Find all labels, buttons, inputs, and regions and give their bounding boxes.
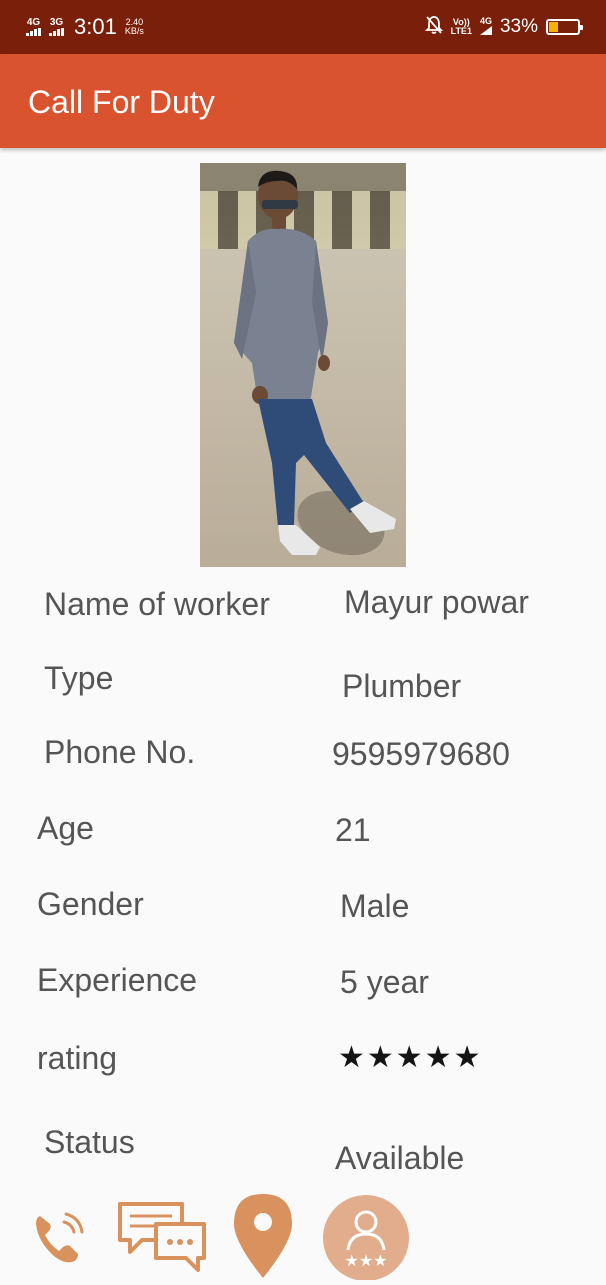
speed-unit: KB/s (124, 26, 144, 36)
phone-call-icon (36, 1212, 84, 1263)
chat-icon (118, 1202, 206, 1272)
label-phone: Phone No. (44, 734, 196, 770)
status-left: 4G 3G 3:01 2.40 KB/s (26, 13, 144, 41)
rate-worker-button[interactable]: ★★★ (322, 1194, 410, 1281)
worker-photo (200, 163, 406, 567)
mute-bell-icon (424, 15, 443, 40)
rate-worker-icon: ★★★ (323, 1195, 409, 1281)
label-experience: Experience (37, 962, 198, 998)
volte-indicator: Vo)) LTE1 (451, 18, 472, 36)
rating-stars: ★★★★★ (338, 1041, 483, 1074)
status-right: Vo)) LTE1 4G 33% (424, 13, 583, 41)
svg-text:★★★: ★★★ (344, 1251, 387, 1270)
app-bar: Call For Duty (0, 54, 606, 148)
clock: 3:01 (74, 14, 117, 39)
value-gender: Male (340, 888, 410, 924)
network-type-3: 4G (479, 16, 492, 26)
app-title: Call For Duty (28, 84, 215, 120)
label-name-of-worker: Name of worker (44, 586, 270, 622)
label-status: Status (44, 1124, 135, 1160)
value-type: Plumber (342, 668, 462, 704)
label-gender: Gender (37, 886, 144, 922)
value-phone[interactable]: 9595979680 (332, 736, 510, 773)
battery-icon (546, 19, 583, 35)
chat-button[interactable] (116, 1200, 208, 1272)
location-button[interactable] (232, 1192, 294, 1278)
signal-4g-icon: 4G (26, 18, 41, 36)
network-type-2: 3G (49, 17, 64, 28)
location-pin-icon (234, 1194, 292, 1278)
signal-4g-icon-right: 4G (479, 16, 492, 37)
value-name-of-worker: Mayur powar (344, 584, 529, 620)
label-type: Type (44, 660, 114, 696)
label-age: Age (37, 810, 94, 846)
status-bar: 4G 3G 3:01 2.40 KB/s Vo)) LTE1 4G 33% (0, 0, 606, 54)
volte-bottom: LTE1 (450, 26, 472, 36)
value-age: 21 (335, 812, 371, 848)
call-button[interactable] (30, 1208, 88, 1266)
value-status: Available (335, 1140, 465, 1176)
battery-level (549, 22, 558, 32)
signal-3g-icon: 3G (49, 18, 64, 36)
network-speed: 2.40 KB/s (125, 18, 144, 36)
network-type-1: 4G (26, 17, 41, 28)
person-figure (234, 170, 396, 555)
battery-percent: 33% (499, 16, 538, 37)
value-experience: 5 year (340, 964, 429, 1000)
label-rating: rating (37, 1040, 118, 1076)
